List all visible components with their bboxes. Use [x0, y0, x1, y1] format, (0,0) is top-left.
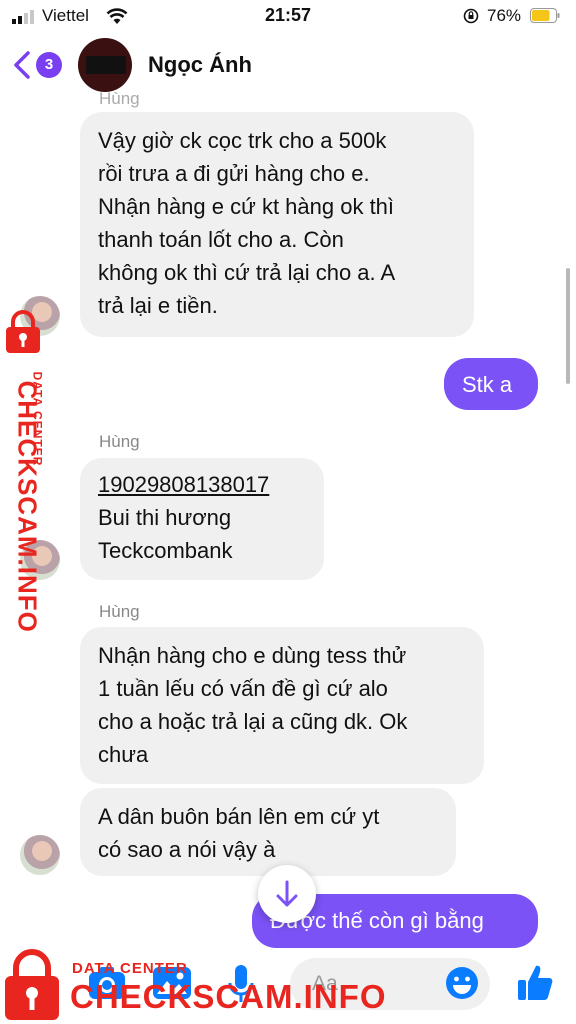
contact-name[interactable]: Ngọc Ánh — [148, 52, 252, 78]
scrollbar[interactable] — [566, 268, 570, 384]
sender-name: Hùng — [99, 602, 140, 621]
account-number-link[interactable]: 19029808138017 — [98, 468, 306, 501]
emoji-icon[interactable] — [445, 966, 479, 1000]
message-line: Nhận hàng cho e dùng tess thử — [98, 643, 407, 668]
watermark-side-big: CHECKSCAM.INFO — [12, 380, 43, 633]
battery-icon — [530, 8, 560, 23]
scroll-to-bottom-button[interactable] — [258, 865, 316, 923]
battery-percentage: 76% — [487, 6, 522, 25]
status-bar: Viettel 21:57 76% — [0, 0, 576, 34]
message-line: có sao a nói vậy à — [98, 837, 276, 862]
message-line: cho a hoặc trả lại a cũng dk. Ok — [98, 709, 408, 734]
message-bubble-incoming[interactable]: 19029808138017 Bui thi hương Teckcombank — [80, 458, 324, 580]
message-line: không ok thì cứ trả lại cho a. A — [98, 260, 396, 285]
message-line: thanh toán lốt cho a. Còn — [98, 227, 344, 252]
message-line: trả lại e tiền. — [98, 293, 218, 318]
message-line: 1 tuần lếu có vấn đề gì cứ alo — [98, 676, 388, 701]
orientation-lock-icon — [463, 8, 479, 24]
arrow-down-icon — [276, 880, 298, 907]
message-line: Bui thi hương — [98, 505, 232, 530]
message-line: Teckcombank — [98, 538, 233, 563]
message-line: chưa — [98, 742, 149, 767]
sender-name: Hùng — [99, 432, 140, 451]
message-line: Nhận hàng e cứ kt hàng ok thì — [98, 194, 395, 219]
back-chevron-icon[interactable] — [12, 50, 32, 80]
sender-name: Hùng — [99, 89, 140, 108]
message-bubble-incoming[interactable]: Vậy giờ ck cọc trk cho a 500k rồi trưa a… — [80, 112, 474, 337]
message-line: rồi trưa a đi gửi hàng cho e. — [98, 161, 370, 186]
watermark-lock-icon — [6, 310, 40, 353]
watermark-lock-icon — [5, 949, 59, 1020]
thumbs-up-icon[interactable] — [516, 962, 554, 1002]
sender-avatar[interactable] — [20, 835, 60, 875]
message-bubble-outgoing[interactable]: Stk a — [444, 358, 538, 410]
message-bubble-incoming[interactable]: A dân buôn bán lên em cứ yt có sao a nói… — [80, 788, 456, 876]
message-line: Stk a — [462, 372, 513, 397]
watermark-bottom-big: CHECKSCAM.INFO — [70, 978, 387, 1015]
contact-avatar[interactable] — [78, 38, 132, 92]
message-bubble-incoming[interactable]: Nhận hàng cho e dùng tess thử 1 tuần lếu… — [80, 627, 484, 784]
message-line: Vậy giờ ck cọc trk cho a 500k — [98, 128, 387, 153]
chat-header: 3 Ngọc Ánh — [0, 34, 576, 96]
watermark-bottom-small: DATA CENTER — [72, 960, 188, 977]
message-line: A dân buôn bán lên em cứ yt — [98, 804, 380, 829]
unread-badge[interactable]: 3 — [36, 52, 62, 78]
